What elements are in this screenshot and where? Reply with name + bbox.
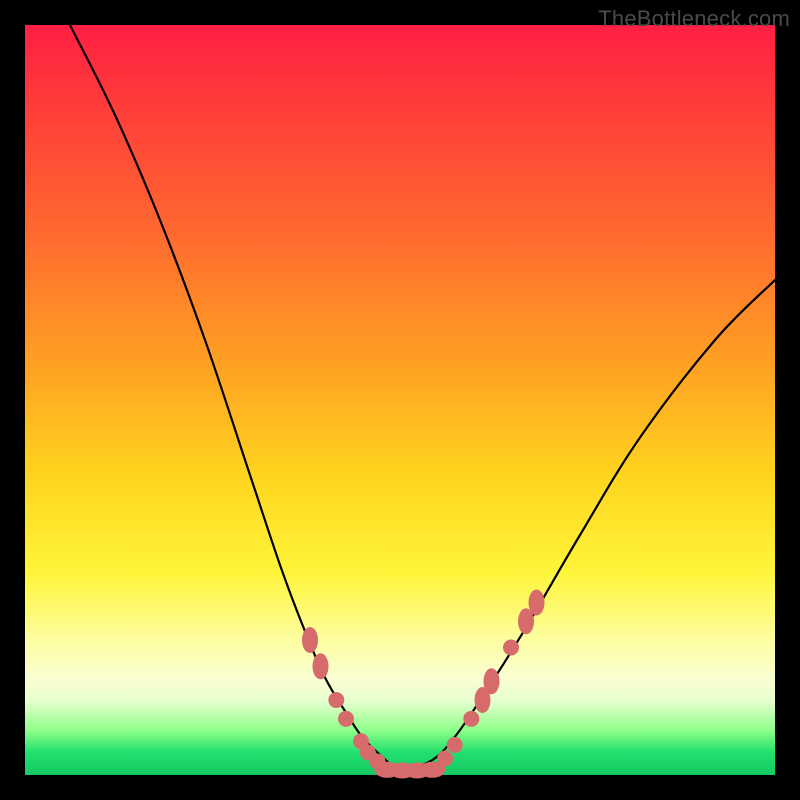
data-marker bbox=[503, 640, 519, 656]
data-marker bbox=[338, 711, 354, 727]
data-markers bbox=[302, 590, 545, 779]
data-marker bbox=[302, 627, 318, 653]
right-curve bbox=[400, 280, 775, 771]
chart-stage: TheBottleneck.com bbox=[0, 0, 800, 800]
left-curve bbox=[70, 25, 400, 771]
curve-layer bbox=[25, 25, 775, 775]
data-marker bbox=[484, 668, 500, 694]
data-marker bbox=[463, 711, 479, 727]
data-marker bbox=[313, 653, 329, 679]
data-marker bbox=[447, 737, 463, 753]
data-marker bbox=[328, 692, 344, 708]
data-marker bbox=[529, 590, 545, 616]
watermark-text: TheBottleneck.com bbox=[598, 6, 790, 32]
data-marker bbox=[437, 751, 453, 767]
